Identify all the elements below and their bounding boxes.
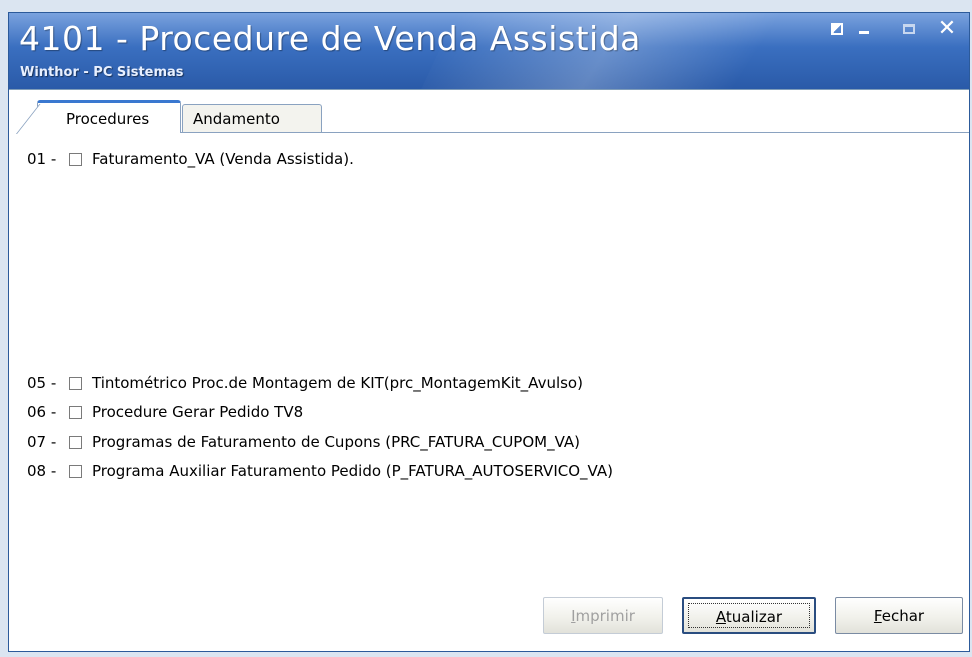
list-item: 08 - Programa Auxiliar Faturamento Pedido…	[27, 460, 613, 482]
close-icon[interactable]: ✕	[937, 18, 957, 40]
window-subtitle: Winthor - PC Sistemas	[20, 65, 184, 80]
procedure-number: 05 -	[27, 374, 57, 392]
list-item: 06 - Procedure Gerar Pedido TV8	[27, 401, 303, 423]
procedure-checkbox[interactable]	[69, 465, 82, 478]
procedure-checkbox[interactable]	[69, 436, 82, 449]
list-item: 05 - Tintométrico Proc.de Montagem de KIT…	[27, 372, 583, 394]
restore-icon[interactable]	[827, 19, 847, 39]
list-item: 01 - Faturamento_VA (Venda Assistida).	[27, 148, 354, 170]
procedure-number: 07 -	[27, 433, 57, 451]
procedure-label[interactable]: Tintométrico Proc.de Montagem de KIT(prc…	[92, 374, 583, 392]
close-button[interactable]: Fechar	[835, 597, 963, 634]
tab-andamento[interactable]: Andamento	[182, 104, 322, 132]
update-button[interactable]: Atualizar	[682, 597, 816, 634]
procedure-label[interactable]: Faturamento_VA (Venda Assistida).	[92, 150, 354, 168]
print-button[interactable]: Imprimir	[543, 597, 663, 634]
window-title: 4101 - Procedure de Venda Assistida	[19, 19, 641, 58]
list-item: 07 - Programas de Faturamento de Cupons (…	[27, 431, 580, 453]
procedure-checkbox[interactable]	[69, 406, 82, 419]
procedure-checkbox[interactable]	[69, 377, 82, 390]
procedure-label[interactable]: Procedure Gerar Pedido TV8	[92, 403, 303, 421]
procedure-checkbox[interactable]	[69, 153, 82, 166]
procedure-number: 08 -	[27, 462, 57, 480]
minimize-icon[interactable]	[854, 19, 874, 39]
window-body: Procedures Andamento 01 - Faturamento_VA …	[9, 89, 969, 651]
procedure-label[interactable]: Programas de Faturamento de Cupons (PRC_…	[92, 433, 580, 451]
maximize-icon[interactable]	[899, 19, 919, 39]
procedure-number: 06 -	[27, 403, 57, 421]
procedure-number: 01 -	[27, 150, 57, 168]
title-bar[interactable]: 4101 - Procedure de Venda Assistida Wint…	[9, 13, 969, 89]
tab-procedures[interactable]: Procedures	[37, 100, 181, 133]
procedure-label[interactable]: Programa Auxiliar Faturamento Pedido (P_…	[92, 462, 613, 480]
procedure-window: 4101 - Procedure de Venda Assistida Wint…	[8, 12, 970, 652]
page: 4101 - Procedure de Venda Assistida Wint…	[0, 0, 972, 657]
